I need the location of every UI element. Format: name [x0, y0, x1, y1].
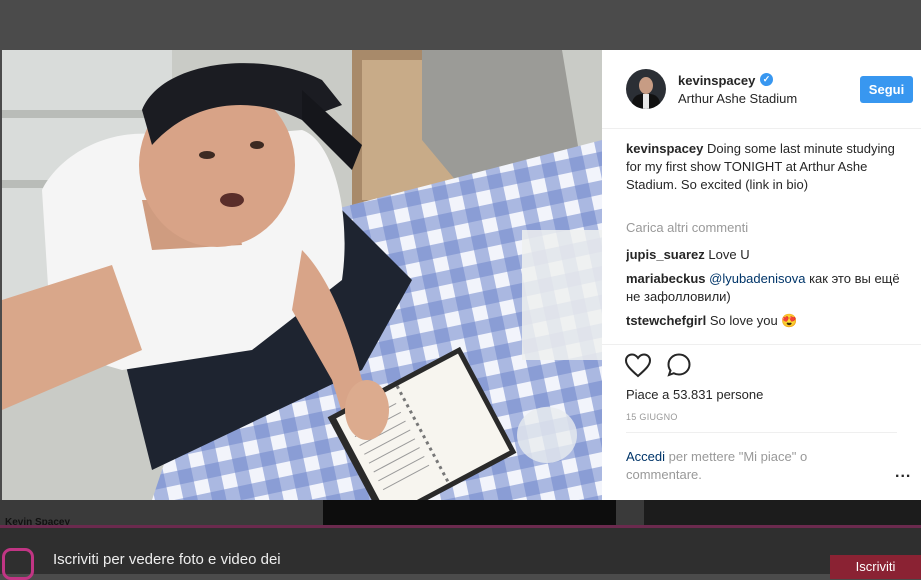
comment-text: So love you 😍: [709, 313, 798, 328]
caption: kevinspacey Doing some last minute study…: [626, 140, 901, 194]
instagram-logo-icon: [2, 548, 34, 580]
post-modal: kevinspacey ✓ Arthur Ashe Stadium Segui …: [2, 50, 921, 500]
post-username[interactable]: kevinspacey: [678, 73, 755, 88]
post-header: kevinspacey ✓ Arthur Ashe Stadium Segui: [602, 50, 921, 129]
signup-button[interactable]: Iscriviti: [830, 555, 921, 579]
more-options-icon[interactable]: ...: [895, 464, 911, 482]
actions-divider: [602, 344, 921, 346]
likes-count[interactable]: Piace a 53.831 persone: [626, 387, 763, 402]
divider: [626, 432, 897, 433]
background-thumbnail[interactable]: [323, 500, 616, 526]
comments-list[interactable]: kevinspacey Doing some last minute study…: [626, 140, 901, 344]
avatar[interactable]: [626, 69, 666, 109]
login-prompt: Accedi per mettere "Mi piace" o commenta…: [626, 448, 856, 484]
comment-username[interactable]: mariabeckus: [626, 271, 706, 286]
signup-text: Iscriviti per vedere foto e video dei: [53, 551, 281, 568]
comment-text: Love U: [708, 247, 750, 262]
verified-badge-icon: ✓: [760, 73, 773, 86]
comment-item: tstewchefgirl So love you 😍: [626, 312, 901, 330]
post-location[interactable]: Arthur Ashe Stadium: [678, 91, 797, 106]
background-thumbnail[interactable]: [644, 500, 921, 526]
comment-username[interactable]: jupis_suarez: [626, 247, 705, 262]
follow-button[interactable]: Segui: [860, 76, 913, 103]
login-link[interactable]: Accedi: [626, 449, 665, 464]
comment-icon[interactable]: [666, 352, 692, 378]
comment-username[interactable]: tstewchefgirl: [626, 313, 706, 328]
comment-item: jupis_suarez Love U: [626, 246, 901, 264]
load-more-comments[interactable]: Carica altri commenti: [626, 219, 748, 237]
post-date: 15 GIUGNO: [626, 412, 678, 422]
post-photo[interactable]: [2, 50, 602, 500]
heart-icon[interactable]: [624, 352, 652, 378]
post-sidebar: kevinspacey ✓ Arthur Ashe Stadium Segui …: [602, 50, 921, 500]
caption-username[interactable]: kevinspacey: [626, 141, 703, 156]
comment-mention[interactable]: @lyubadenisova: [709, 271, 805, 286]
comment-item: mariabeckus @lyubadenisova как это вы ещ…: [626, 270, 901, 306]
